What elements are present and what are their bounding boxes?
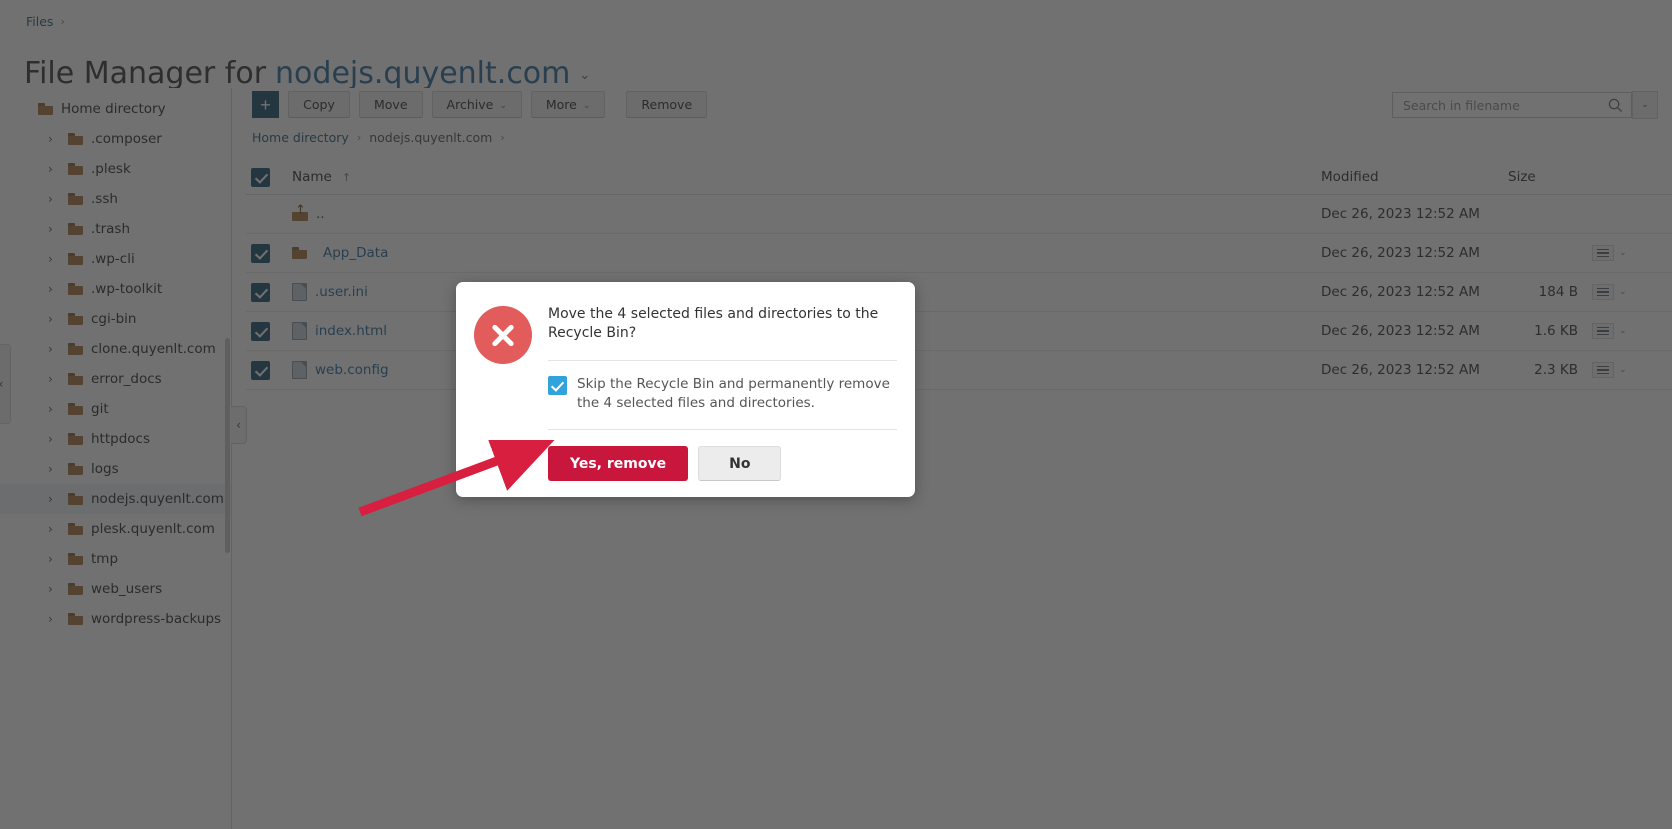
- dialog-divider-top: [548, 360, 897, 362]
- no-button[interactable]: No: [698, 446, 782, 482]
- dialog-body: Move the 4 selected files and directorie…: [548, 302, 897, 482]
- yes-remove-button[interactable]: Yes, remove: [548, 446, 689, 482]
- skip-recycle-bin-checkbox[interactable]: [548, 376, 567, 396]
- dialog-divider-bottom: [548, 429, 897, 431]
- dialog-actions: Yes, remove No: [548, 444, 897, 482]
- confirm-remove-dialog: Move the 4 selected files and directorie…: [456, 282, 915, 498]
- error-circle-x-icon: [474, 306, 532, 364]
- skip-recycle-bin-label: Skip the Recycle Bin and permanently rem…: [577, 376, 890, 411]
- dialog-message: Move the 4 selected files and directorie…: [548, 306, 879, 342]
- skip-recycle-bin-option: Skip the Recycle Bin and permanently rem…: [548, 375, 897, 412]
